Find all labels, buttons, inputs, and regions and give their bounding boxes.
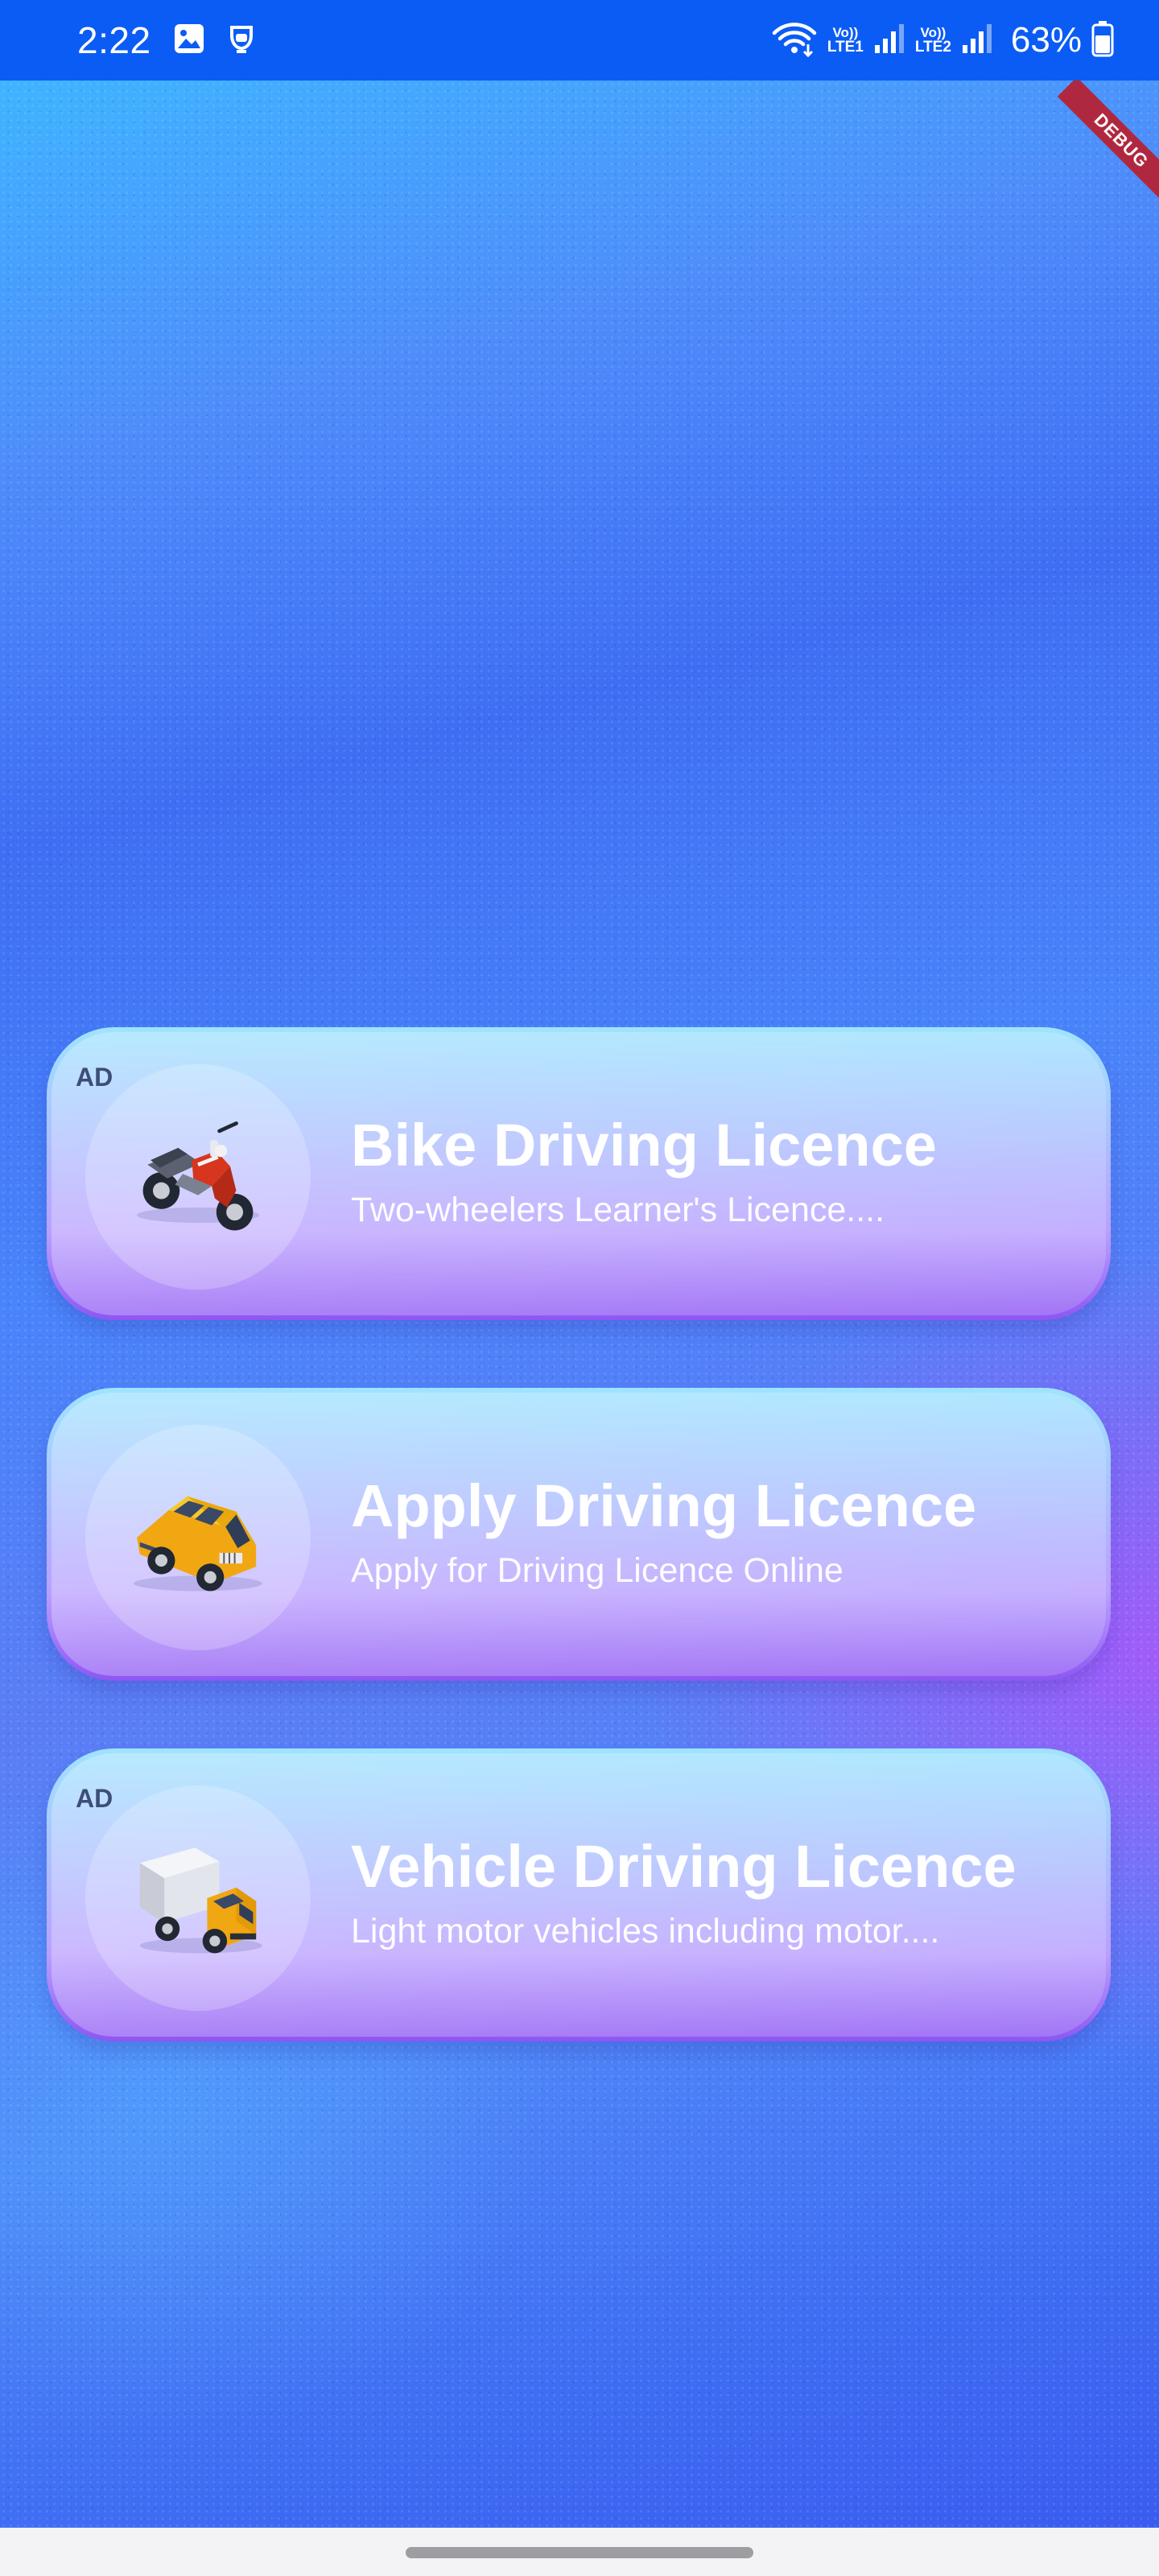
- home-gesture-handle[interactable]: [406, 2547, 753, 2558]
- ad-label: AD: [76, 1784, 113, 1813]
- battery-icon: [1091, 20, 1114, 61]
- alarm-icon: [227, 21, 256, 60]
- vehicle-driving-licence-card[interactable]: AD Vehicle Driving Licence Light motor v…: [47, 1748, 1111, 2041]
- navigation-bar: [0, 2528, 1159, 2576]
- signal-icon: [961, 23, 993, 59]
- bike-driving-licence-card[interactable]: AD Bike Driving Licence Two-wheelers Lea…: [47, 1027, 1111, 1320]
- motorcycle-icon: [85, 1064, 311, 1290]
- card-title: Vehicle Driving Licence: [351, 1833, 1017, 1900]
- clock: 2:22: [77, 19, 151, 61]
- gallery-icon: [172, 22, 206, 60]
- main-screen: DEBUG AD Bike Driving Licence Two-wheele…: [0, 80, 1159, 2528]
- wifi-icon: [771, 20, 818, 61]
- card-subtitle: Light motor vehicles including motor....: [351, 1912, 940, 1951]
- sim2-lte-label: LTE2: [914, 39, 951, 56]
- truck-icon: [85, 1785, 311, 2011]
- status-bar: 2:22 Vo)) LTE1 Vo)) LTE2 63%: [0, 0, 1159, 80]
- card-text: Apply Driving Licence Apply for Driving …: [351, 1476, 976, 1588]
- card-title: Bike Driving Licence: [351, 1112, 937, 1179]
- apply-driving-licence-card[interactable]: Apply Driving Licence Apply for Driving …: [47, 1388, 1111, 1681]
- sim1-network: Vo)) LTE1: [827, 26, 864, 55]
- ad-label: AD: [76, 1063, 113, 1092]
- signal-icon: [873, 23, 905, 59]
- card-text: Bike Driving Licence Two-wheelers Learne…: [351, 1116, 937, 1228]
- status-left: 2:22: [77, 19, 256, 62]
- debug-banner: DEBUG: [1057, 80, 1159, 205]
- card-title: Apply Driving Licence: [351, 1472, 977, 1539]
- sim2-volte-label: Vo)): [920, 25, 947, 40]
- card-text: Vehicle Driving Licence Light motor vehi…: [351, 1837, 1017, 1949]
- sim1-volte-label: Vo)): [832, 25, 859, 40]
- status-right: Vo)) LTE1 Vo)) LTE2 63%: [771, 20, 1114, 61]
- sim1-lte-label: LTE1: [827, 39, 864, 56]
- car-icon: [85, 1425, 311, 1650]
- card-subtitle: Apply for Driving Licence Online: [351, 1551, 843, 1590]
- battery-percentage: 63%: [1010, 20, 1082, 60]
- sim2-network: Vo)) LTE2: [915, 26, 951, 55]
- card-subtitle: Two-wheelers Learner's Licence....: [351, 1191, 885, 1229]
